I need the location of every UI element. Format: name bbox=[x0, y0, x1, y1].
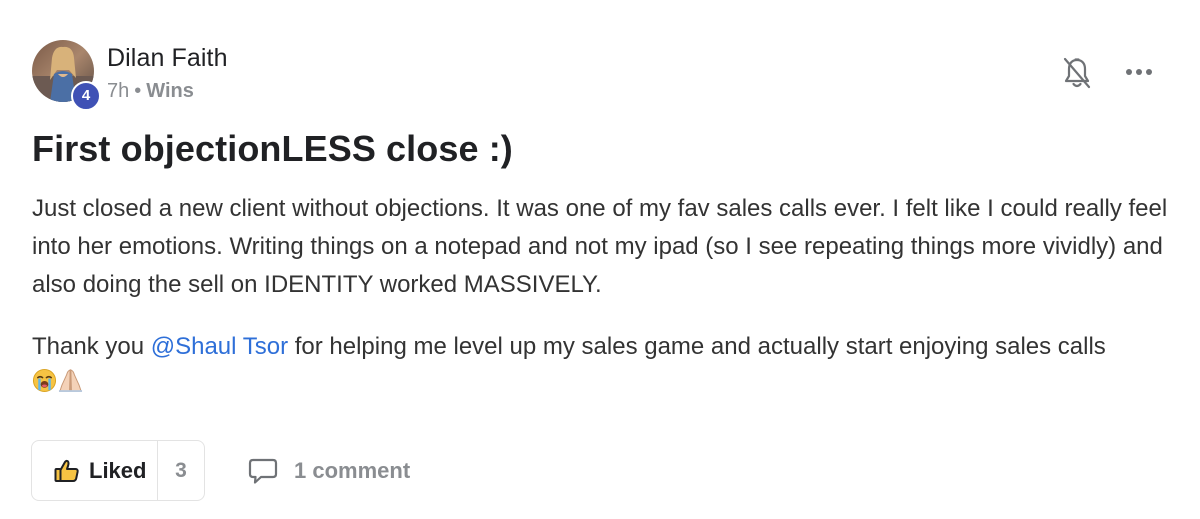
post-card: 4 Dilan Faith 7h • Wins First objectionLES… bbox=[0, 0, 1200, 519]
post-paragraph-2: Thank you @Shaul Tsor for helping me lev… bbox=[32, 328, 1172, 405]
post-meta: 7h • Wins bbox=[107, 80, 194, 103]
author-avatar-wrapper[interactable]: 4 bbox=[32, 40, 101, 111]
meta-separator: • bbox=[134, 80, 142, 102]
paragraph-text-after: for helping me level up my sales game an… bbox=[288, 333, 1106, 360]
thumbs-up-icon bbox=[54, 459, 79, 482]
level-badge: 4 bbox=[71, 81, 101, 111]
more-dots-icon bbox=[1126, 69, 1152, 75]
comment-button[interactable]: 1 comment bbox=[248, 456, 410, 486]
post-time[interactable]: 7h bbox=[107, 80, 129, 102]
like-group: Liked 3 bbox=[31, 440, 205, 501]
bell-off-icon bbox=[1063, 57, 1091, 89]
more-options-button[interactable] bbox=[1124, 60, 1154, 84]
post-paragraph-1: Just closed a new client without objecti… bbox=[32, 195, 1168, 298]
post-category[interactable]: Wins bbox=[146, 80, 194, 102]
folded-hands-icon bbox=[57, 367, 84, 405]
post-title: First objectionLESS close :) bbox=[32, 128, 513, 169]
author-name[interactable]: Dilan Faith bbox=[107, 44, 228, 73]
comment-icon bbox=[248, 458, 278, 484]
like-count[interactable]: 3 bbox=[158, 441, 204, 500]
post-body: Just closed a new client without objecti… bbox=[32, 190, 1172, 405]
user-mention-link[interactable]: @Shaul Tsor bbox=[151, 333, 288, 360]
like-button[interactable]: Liked bbox=[32, 441, 158, 500]
notifications-off-button[interactable] bbox=[1062, 56, 1092, 90]
comment-count-label: 1 comment bbox=[294, 458, 411, 483]
like-label: Liked bbox=[89, 457, 147, 483]
paragraph-text-before: Thank you bbox=[32, 333, 151, 360]
loudly-crying-face-icon bbox=[32, 367, 57, 405]
